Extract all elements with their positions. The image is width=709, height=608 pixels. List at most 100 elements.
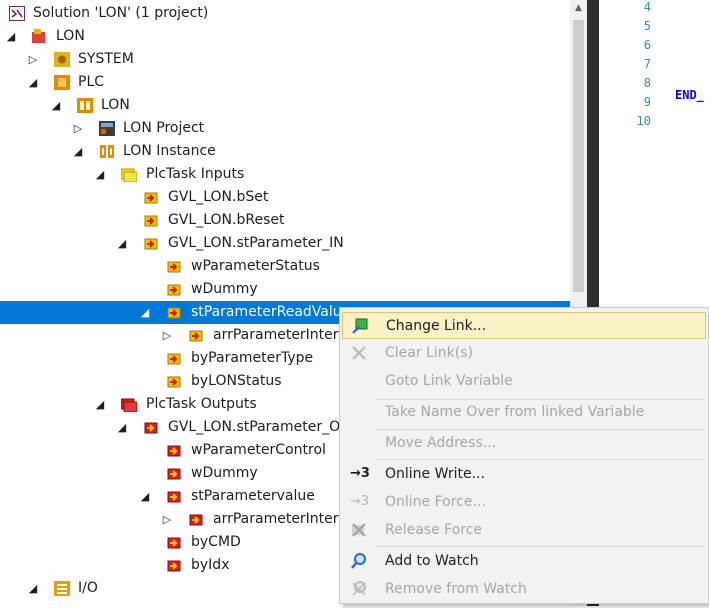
expanded-arrow-icon[interactable]: ◢ [139, 485, 151, 508]
input-variable-icon [166, 282, 182, 297]
tree-item-lon-project[interactable]: ◢ LON [0, 25, 570, 48]
tree-item-lon-instance[interactable]: ◢ LON Instance [0, 140, 570, 163]
menu-separator [376, 546, 704, 547]
tree-item-label: PlcTask Inputs [146, 166, 245, 182]
input-variable-icon [166, 374, 182, 389]
tree-item-label: byParameterType [191, 350, 314, 366]
menu-item-online-force[interactable]: →3 Online Force... [342, 489, 706, 516]
tree-item-label: wDummy [191, 281, 258, 297]
expanded-arrow-icon[interactable]: ◢ [72, 140, 84, 163]
menu-item-label: Move Address... [385, 435, 497, 451]
expanded-arrow-icon[interactable]: ◢ [116, 416, 128, 439]
tree-item-label: wDummy [191, 465, 258, 481]
collapsed-arrow-icon[interactable]: ▷ [161, 508, 173, 531]
tree-item-label: PLC [78, 74, 105, 90]
tree-item-label: GVL_LON.stParameter_OUT [168, 419, 359, 435]
expanded-arrow-icon[interactable]: ◢ [94, 393, 106, 416]
menu-item-online-write[interactable]: →3 Online Write... [342, 461, 706, 488]
tree-item-system[interactable]: ▷ SYSTEM [0, 48, 570, 71]
tree-item-plc-lon[interactable]: ◢ LON [0, 94, 570, 117]
system-icon [54, 52, 70, 67]
expanded-arrow-icon[interactable]: ◢ [94, 163, 106, 186]
input-variable-icon [166, 305, 182, 320]
expanded-arrow-icon[interactable]: ◢ [50, 94, 62, 117]
tree-item-gvl-stparameter-in[interactable]: ◢ GVL_LON.stParameter_IN [0, 232, 570, 255]
scroll-up-arrow-icon[interactable]: ▲ [570, 0, 587, 17]
menu-item-take-name-over[interactable]: Take Name Over from linked Variable [342, 399, 706, 426]
remove-watch-icon [350, 580, 368, 598]
online-write-icon: →3 [350, 466, 370, 481]
tree-item-label: stParametervalue [191, 488, 315, 504]
tree-item-plctask-inputs[interactable]: ◢ PlcTask Inputs [0, 163, 570, 186]
output-variable-icon [166, 466, 182, 481]
change-link-icon [351, 317, 369, 335]
plc-icon [54, 75, 70, 90]
tree-item-gvl-breset[interactable]: GVL_LON.bReset [0, 209, 570, 232]
menu-item-label: Clear Link(s) [385, 345, 473, 361]
plc-module-icon [99, 121, 115, 136]
collapsed-arrow-icon[interactable]: ▷ [72, 117, 84, 140]
add-watch-icon [350, 552, 368, 570]
io-icon [54, 581, 70, 596]
menu-item-clear-links[interactable]: Clear Link(s) [342, 340, 706, 367]
line-number: 9 [643, 95, 651, 109]
line-number: 4 [643, 0, 651, 14]
output-variable-icon [166, 489, 182, 504]
collapsed-arrow-icon[interactable]: ▷ [161, 324, 173, 347]
menu-item-label: Take Name Over from linked Variable [385, 404, 645, 420]
menu-item-remove-from-watch[interactable]: Remove from Watch [342, 576, 706, 603]
tree-item-label: PlcTask Outputs [146, 396, 257, 412]
tree-item-wdummy-in[interactable]: wDummy [0, 278, 570, 301]
linked-variable-icon [143, 236, 159, 251]
menu-item-add-to-watch[interactable]: Add to Watch [342, 548, 706, 575]
tree-item-label: LON Instance [123, 143, 216, 159]
tree-item-label: GVL_LON.bReset [168, 212, 285, 228]
tree-item-gvl-bset[interactable]: GVL_LON.bSet [0, 186, 570, 209]
output-variable-icon [188, 512, 204, 527]
clear-link-icon [350, 344, 368, 362]
menu-item-label: Add to Watch [385, 553, 479, 569]
menu-item-label: Release Force [385, 522, 483, 538]
menu-item-change-link[interactable]: Change Link... [342, 312, 706, 339]
output-variable-icon [166, 443, 182, 458]
project-icon [31, 29, 47, 44]
tree-item-label: LON [101, 97, 130, 113]
menu-item-move-address[interactable]: Move Address... [342, 430, 706, 457]
linked-variable-icon [143, 190, 159, 205]
tree-item-solution[interactable]: Solution 'LON' (1 project) [0, 2, 570, 25]
line-number: 6 [643, 38, 651, 52]
tree-item-label: GVL_LON.stParameter_IN [168, 235, 344, 251]
expanded-arrow-icon[interactable]: ◢ [139, 301, 151, 324]
tree-item-label: SYSTEM [78, 51, 134, 67]
expanded-arrow-icon[interactable]: ◢ [5, 25, 17, 48]
menu-separator [376, 459, 704, 460]
online-force-icon: →3 [350, 494, 370, 509]
tree-item-lon-project-module[interactable]: ▷ LON Project [0, 117, 570, 140]
menu-item-label: Online Write... [385, 466, 485, 482]
tree-item-label: byLONStatus [191, 373, 282, 389]
scrollbar-thumb[interactable] [573, 20, 584, 292]
output-variable-icon [166, 558, 182, 573]
tree-item-label: GVL_LON.bSet [168, 189, 269, 205]
output-folder-icon [120, 397, 138, 413]
tree-item-wparameterstatus[interactable]: wParameterStatus [0, 255, 570, 278]
menu-item-label: Goto Link Variable [385, 373, 513, 389]
tree-item-label: stParameterReadValue [191, 304, 351, 320]
menu-item-release-force[interactable]: Release Force [342, 517, 706, 544]
output-variable-icon [143, 420, 159, 435]
expanded-arrow-icon[interactable]: ◢ [27, 577, 39, 600]
linked-variable-icon [143, 213, 159, 228]
line-number: 7 [643, 57, 651, 71]
release-force-icon [350, 521, 368, 539]
collapsed-arrow-icon[interactable]: ▷ [27, 48, 39, 71]
line-number: 8 [643, 76, 651, 90]
context-menu: Change Link... Clear Link(s) Goto Link V… [339, 307, 709, 604]
input-variable-icon [188, 328, 204, 343]
menu-item-goto-link-variable[interactable]: Goto Link Variable [342, 368, 706, 395]
tree-item-plc[interactable]: ◢ PLC [0, 71, 570, 94]
output-variable-icon [166, 535, 182, 550]
expanded-arrow-icon[interactable]: ◢ [116, 232, 128, 255]
tree-item-label: I/O [78, 580, 98, 596]
expanded-arrow-icon[interactable]: ◢ [27, 71, 39, 94]
menu-item-label: Online Force... [385, 494, 486, 510]
